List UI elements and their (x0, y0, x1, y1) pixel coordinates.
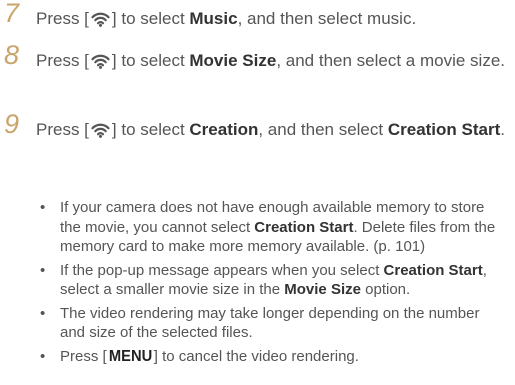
list-item: • The video rendering may take longer de… (40, 304, 480, 342)
step-number: 7 (4, 0, 20, 28)
bullet-marker: • (40, 261, 46, 279)
step-9: 9 Press [] to select Creation, and then … (0, 111, 509, 145)
notes-list: • If your camera does not have enough av… (36, 198, 507, 370)
list-item: • Press [MENU] to cancel the video rende… (40, 347, 359, 365)
step-instruction: Press [] to select Music, and then selec… (36, 6, 509, 34)
step-instruction: Press [] to select Movie Size, and then … (36, 48, 509, 76)
wifi-icon (91, 51, 110, 76)
step-number: 9 (4, 109, 20, 139)
bullet-marker: • (40, 304, 46, 322)
list-item: • If the pop-up message appears when you… (40, 261, 487, 299)
step-number: 8 (4, 40, 20, 70)
step-instruction: Press [] to select Creation, and then se… (36, 117, 509, 145)
menu-button-label: MENU (108, 347, 152, 365)
list-item: • If your camera does not have enough av… (40, 199, 496, 255)
bullet-marker: • (40, 199, 46, 216)
wifi-icon (91, 120, 110, 145)
step-7: 7 Press [] to select Music, and then sel… (0, 0, 509, 34)
bullet-marker: • (40, 347, 46, 365)
step-8: 8 Press [] to select Movie Size, and the… (0, 42, 509, 76)
wifi-icon (91, 9, 110, 34)
